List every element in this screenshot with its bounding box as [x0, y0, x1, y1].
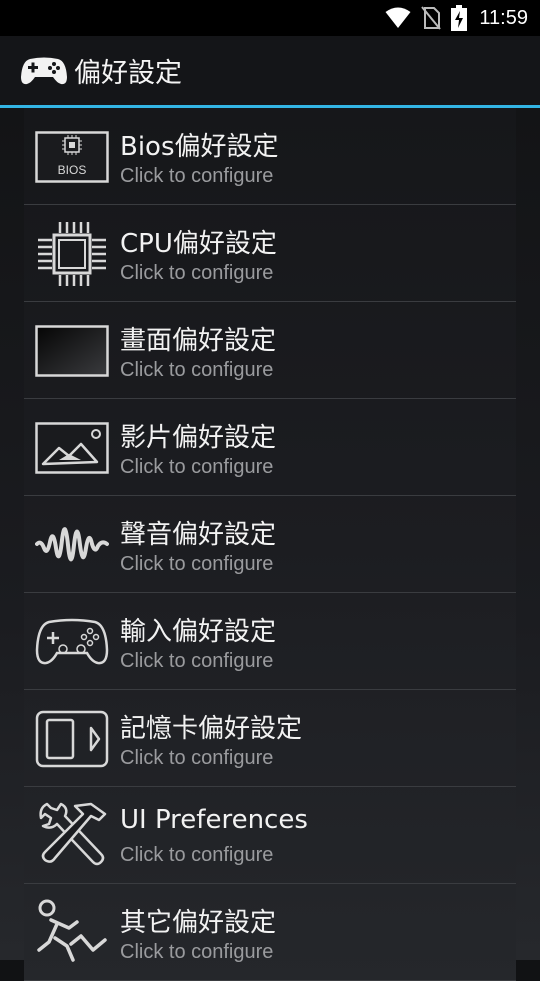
list-item-ui-preferences[interactable]: UI Preferences Click to configure: [24, 787, 516, 884]
item-subtitle: Click to configure: [120, 941, 274, 963]
list-item-audio[interactable]: 聲音偏好設定 Click to configure: [24, 496, 516, 593]
no-sim-icon: [421, 6, 442, 30]
item-subtitle: Click to configure: [120, 553, 274, 575]
item-title: 影片偏好設定: [120, 423, 277, 453]
item-title: Bios偏好設定: [120, 132, 279, 162]
item-subtitle: Click to configure: [120, 165, 274, 187]
item-title: 聲音偏好設定: [120, 520, 277, 550]
item-title: 畫面偏好設定: [120, 326, 277, 356]
item-title: 記憶卡偏好設定: [120, 714, 303, 744]
sound-wave-icon: [34, 510, 110, 580]
item-subtitle: Click to configure: [120, 747, 274, 769]
bios-icon-label: BIOS: [58, 163, 87, 177]
item-subtitle: Click to configure: [120, 650, 274, 672]
list-item-display[interactable]: 畫面偏好設定 Click to configure: [24, 302, 516, 399]
status-icons: 11:59: [385, 0, 528, 36]
list-item-video[interactable]: 影片偏好設定 Click to configure: [24, 399, 516, 496]
item-title: UI Preferences: [120, 805, 308, 835]
item-title: 其它偏好設定: [120, 908, 277, 938]
page-title: 偏好設定: [74, 58, 182, 89]
battery-charging-icon: [451, 5, 468, 31]
screen-icon: [34, 316, 110, 386]
item-subtitle: Click to configure: [120, 262, 274, 284]
bios-chip-icon: BIOS: [34, 122, 110, 192]
item-subtitle: Click to configure: [120, 844, 274, 866]
list-item-memory-card[interactable]: 記憶卡偏好設定 Click to configure: [24, 690, 516, 787]
item-subtitle: Click to configure: [120, 456, 274, 478]
cpu-icon: [34, 219, 110, 289]
list-item-input[interactable]: 輸入偏好設定 Click to configure: [24, 593, 516, 690]
list-item-bios[interactable]: BIOS Bios偏好設定 Click to configure: [24, 108, 516, 205]
tools-icon: [34, 801, 110, 871]
status-bar: 11:59: [0, 0, 540, 36]
list-item-misc[interactable]: 其它偏好設定 Click to configure: [24, 884, 516, 981]
memory-card-icon: [34, 704, 110, 774]
item-title: 輸入偏好設定: [120, 617, 277, 647]
misc-running-icon: [34, 898, 110, 968]
gamepad-icon: [20, 55, 68, 87]
preferences-list: BIOS Bios偏好設定 Click to configure CPU偏好設定…: [24, 108, 516, 981]
item-title: CPU偏好設定: [120, 229, 277, 259]
app-bar: 偏好設定: [0, 36, 540, 108]
list-item-cpu[interactable]: CPU偏好設定 Click to configure: [24, 205, 516, 302]
wifi-icon: [385, 7, 411, 29]
picture-icon: [34, 413, 110, 483]
item-subtitle: Click to configure: [120, 359, 274, 381]
gamepad-icon: [34, 607, 110, 677]
status-time: 11:59: [479, 6, 528, 29]
